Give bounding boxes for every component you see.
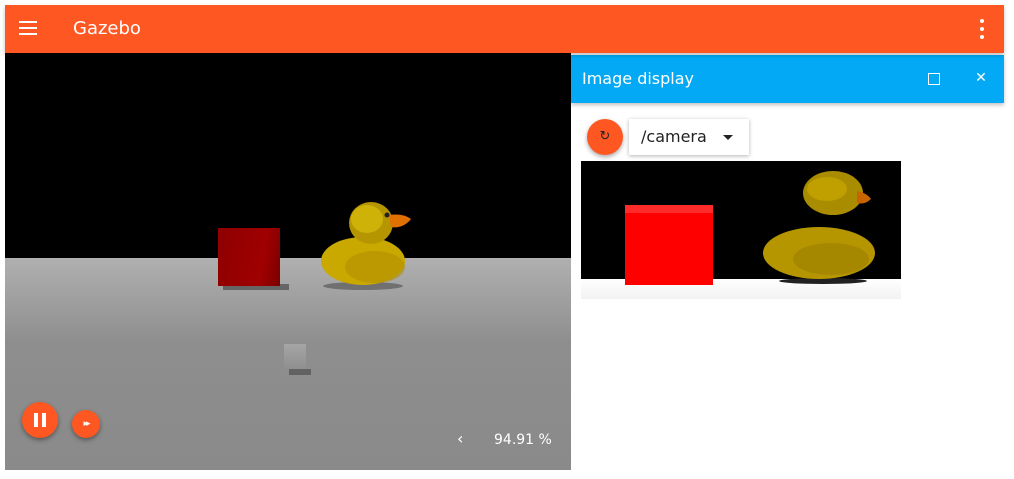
app-toolbar: Gazebo (5, 5, 1004, 53)
real-time-factor: 94.91 % (494, 432, 552, 448)
pause-icon (34, 413, 38, 427)
panel-title: Image display (582, 69, 695, 88)
gazebo-app: Gazebo ▸▸ ‹ 94.91 % Image display ✕ ↻ /c… (5, 5, 1004, 470)
camera-red-box-top (625, 205, 713, 213)
3d-scene-viewport[interactable]: ▸▸ ‹ 94.91 % (5, 53, 571, 470)
topic-value: /camera (641, 127, 707, 146)
dropdown-arrow-icon (723, 135, 733, 140)
red-box-model[interactable] (218, 228, 280, 286)
small-box-shadow (289, 369, 311, 375)
pause-button[interactable] (22, 402, 58, 438)
camera-red-box (625, 205, 713, 285)
close-icon[interactable]: ✕ (973, 68, 989, 88)
camera-image (581, 161, 901, 299)
more-options-icon[interactable] (978, 17, 986, 41)
chevron-left-icon[interactable]: ‹ (457, 430, 473, 448)
menu-icon[interactable] (19, 19, 39, 39)
step-forward-button[interactable]: ▸▸ (72, 410, 100, 438)
maximize-icon[interactable] (928, 73, 940, 85)
app-title: Gazebo (73, 18, 141, 39)
refresh-button[interactable]: ↻ (587, 119, 623, 155)
rubber-duck-model[interactable] (305, 193, 425, 293)
camera-duck (763, 171, 875, 284)
panel-header: Image display ✕ (571, 55, 1004, 103)
image-display-panel: Image display ✕ ↻ /camera (571, 53, 1004, 470)
gray-box-model[interactable] (284, 344, 306, 369)
topic-dropdown[interactable]: /camera (629, 119, 749, 155)
